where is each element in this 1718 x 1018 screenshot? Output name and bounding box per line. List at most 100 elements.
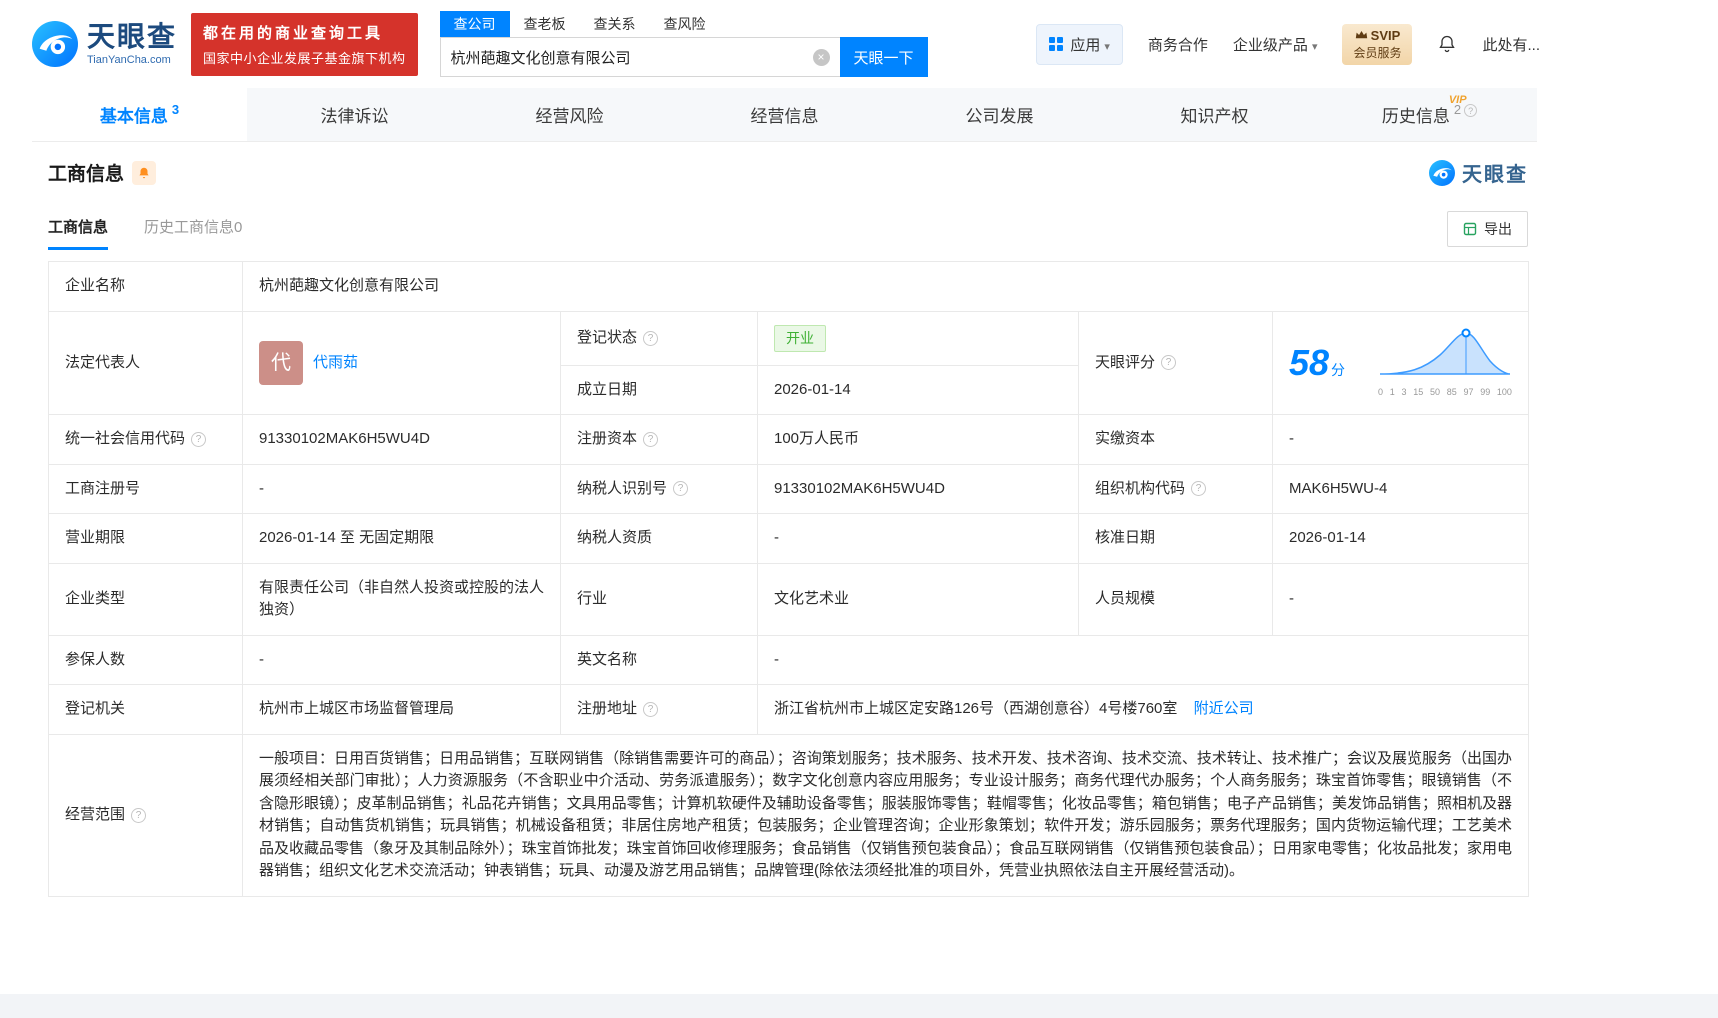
clear-icon[interactable]: [812, 48, 830, 66]
staff-size-label: 人员规模: [1078, 562, 1273, 636]
help-icon[interactable]: [1161, 355, 1177, 371]
table-row: 营业期限 2026-01-14 至 无固定期限 纳税人资质 - 核准日期 202…: [48, 513, 1530, 564]
chart-tick: 97: [1463, 387, 1474, 398]
tab-intellectual-property[interactable]: 知识产权: [1107, 88, 1322, 141]
export-button[interactable]: 导出: [1447, 211, 1528, 247]
reg-status-label: 登记状态: [560, 310, 758, 366]
org-code-value: MAK6H5WU-4: [1271, 463, 1530, 514]
tab-legal-proceedings[interactable]: 法律诉讼: [247, 88, 462, 141]
table-row: 企业名称 杭州葩趣文化创意有限公司: [48, 261, 1530, 312]
company-type-value: 有限责任公司（非自然人投资或控股的法人独资）: [242, 562, 561, 636]
export-label: 导出: [1484, 221, 1512, 237]
reg-authority-value: 杭州市上城区市场监督管理局: [242, 684, 561, 735]
watermark-logo: 天眼查: [1429, 158, 1528, 187]
chart-tick: 0: [1378, 387, 1384, 398]
label-text: 统一社会信用代码: [65, 430, 186, 447]
approve-date-label: 核准日期: [1078, 513, 1273, 564]
insured-count-label: 参保人数: [48, 634, 243, 685]
enterprise-products-link[interactable]: 企业级产品: [1233, 34, 1318, 55]
reg-capital-label: 注册资本: [560, 414, 758, 465]
help-icon[interactable]: [643, 701, 659, 717]
help-icon[interactable]: [1191, 481, 1207, 497]
notification-bell-icon[interactable]: [1437, 34, 1457, 54]
footer-band: [0, 994, 1718, 1018]
tab-operating-info[interactable]: 经营信息: [677, 88, 892, 141]
staff-size-value: -: [1271, 562, 1530, 636]
label-text: 纳税人识别号: [577, 479, 668, 497]
label-text: 注册资本: [577, 430, 638, 447]
legal-rep-avatar[interactable]: 代: [259, 340, 303, 385]
english-name-value: -: [756, 634, 1530, 685]
chart-tick: 3: [1401, 387, 1407, 398]
paid-capital-value: -: [1271, 414, 1530, 465]
score-unit: 分: [1331, 361, 1346, 378]
tianyancha-logo[interactable]: 天眼查 TianYanCha.com: [32, 21, 177, 67]
apps-menu-button[interactable]: 应用: [1036, 23, 1123, 65]
establish-date-label: 成立日期: [560, 364, 758, 415]
subtab-history-business-info[interactable]: 历史工商信息0: [144, 216, 242, 250]
table-row: 企业类型 有限责任公司（非自然人投资或控股的法人独资） 行业 文化艺术业 人员规…: [48, 562, 1530, 636]
table-row: 参保人数 - 英文名称 -: [48, 634, 1530, 685]
help-icon[interactable]: [1464, 104, 1478, 117]
search-tab-boss[interactable]: 查老板: [510, 11, 580, 37]
business-cooperation-link[interactable]: 商务合作: [1148, 34, 1208, 55]
table-row: 统一社会信用代码 91330102MAK6H5WU4D 注册资本 100万人民币…: [48, 414, 1530, 465]
search-tab-risk[interactable]: 查风险: [650, 11, 720, 37]
crown-icon: [1355, 30, 1367, 39]
help-icon[interactable]: [643, 431, 659, 447]
nearby-companies-link[interactable]: 附近公司: [1194, 700, 1254, 717]
user-account-label[interactable]: 此处有...: [1482, 34, 1540, 55]
table-row: 登记机关 杭州市上城区市场监督管理局 注册地址 浙江省杭州市上城区定安路126号…: [48, 684, 1530, 735]
apps-label: 应用: [1070, 34, 1110, 55]
tab-history-info[interactable]: VIP 历史信息 2: [1322, 88, 1537, 141]
header: 天眼查 TianYanCha.com 都在用的商业查询工具 国家中小企业发展子基…: [0, 0, 1718, 88]
subscribe-bell-icon[interactable]: [132, 160, 157, 185]
subtab-business-info[interactable]: 工商信息: [48, 216, 109, 250]
establish-date-value: 2026-01-14: [757, 364, 1079, 415]
tab-label: 经营风险: [535, 107, 604, 126]
tab-label: 法律诉讼: [320, 107, 389, 126]
credit-code-label: 统一社会信用代码: [48, 414, 243, 465]
search-tab-relation[interactable]: 查关系: [580, 11, 650, 37]
header-right-nav: 应用 商务合作 企业级产品 SVIP 会员服务 此处有...: [1036, 23, 1540, 65]
chart-tick: 50: [1429, 387, 1440, 398]
section-header: 工商信息 天眼查: [48, 158, 1528, 187]
label-text: 经营范围: [65, 805, 126, 823]
tab-basic-info[interactable]: 基本信息 3: [32, 88, 247, 141]
tab-label: 基本信息: [99, 107, 168, 126]
company-name-label: 企业名称: [48, 261, 243, 312]
score-marker: [1461, 328, 1471, 338]
reg-address-value: 浙江省杭州市上城区定安路126号（西湖创意谷）4号楼760室: [774, 700, 1178, 717]
tab-operating-risk[interactable]: 经营风险: [462, 88, 677, 141]
reg-capital-value: 100万人民币: [757, 414, 1079, 465]
help-icon[interactable]: [673, 481, 689, 497]
tab-company-development[interactable]: 公司发展: [892, 88, 1107, 141]
chart-tick: 99: [1480, 387, 1491, 398]
reg-authority-label: 登记机关: [48, 684, 243, 735]
search-input-wrap: [439, 37, 840, 77]
help-icon[interactable]: [191, 431, 207, 447]
reg-status-value: 开业: [757, 310, 1079, 366]
taxpayer-quality-value: -: [757, 513, 1079, 564]
banner-line1: 都在用的商业查询工具: [203, 24, 384, 42]
search-tab-company[interactable]: 查公司: [439, 11, 510, 37]
section-title: 工商信息: [48, 164, 125, 185]
svip-member-button[interactable]: SVIP 会员服务: [1342, 23, 1413, 65]
business-info-table: 企业名称 杭州葩趣文化创意有限公司 法定代表人 代 代雨茹 登记状态 开业 天眼…: [48, 261, 1530, 897]
subtabs-row: 工商信息 历史工商信息0 导出: [48, 211, 1528, 255]
help-icon[interactable]: [643, 330, 659, 346]
business-scope-value: 一般项目：日用百货销售；日用品销售；互联网销售（除销售需要许可的商品）；咨询策划…: [241, 733, 1530, 897]
search-input[interactable]: [450, 48, 813, 66]
industry-label: 行业: [560, 562, 758, 636]
business-term-label: 营业期限: [48, 513, 243, 564]
tab-label: 知识产权: [1180, 107, 1249, 126]
legal-rep-link[interactable]: 代雨茹: [313, 352, 358, 375]
search-button[interactable]: 天眼一下: [839, 37, 928, 77]
company-name-value: 杭州葩趣文化创意有限公司: [241, 261, 1530, 312]
reg-no-value: -: [242, 463, 561, 514]
search-area: 查公司 查老板 查关系 查风险 天眼一下: [439, 11, 928, 77]
chart-tick: 85: [1446, 387, 1457, 398]
help-icon[interactable]: [131, 807, 147, 823]
industry-value: 文化艺术业: [757, 562, 1079, 636]
chart-tick: 15: [1413, 387, 1424, 398]
